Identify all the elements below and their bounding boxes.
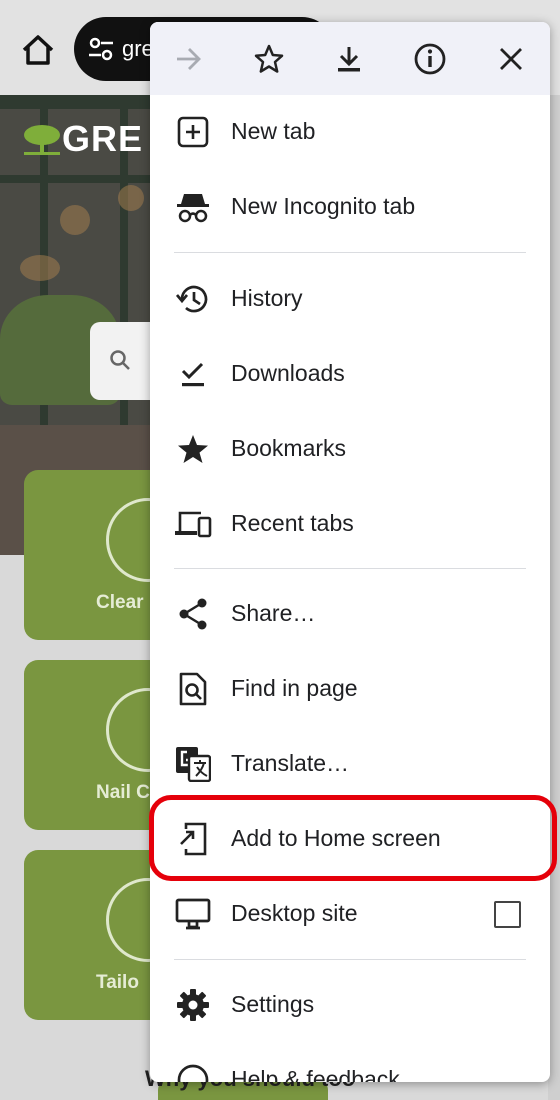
home-icon (22, 35, 54, 65)
downloads-check-icon (181, 362, 204, 387)
home-button[interactable] (18, 30, 58, 70)
download-icon (338, 47, 360, 72)
menu-item-label: Share… (231, 600, 316, 626)
menu-item-settings[interactable]: Settings (150, 968, 550, 1043)
menu-item-label: Downloads (231, 360, 345, 386)
menu-item-label: Find in page (231, 675, 358, 701)
menu-item-recent-tabs[interactable]: Recent tabs (150, 487, 550, 562)
help-icon (177, 1064, 209, 1082)
menu-item-help-feedback[interactable]: Help & feedback (150, 1043, 550, 1082)
find-in-page-icon (179, 672, 207, 706)
bookmark-page-button[interactable] (251, 41, 287, 77)
menu-item-share[interactable]: Share… (150, 577, 550, 652)
translate-icon (176, 747, 211, 782)
arrow-forward-icon (177, 48, 201, 70)
menu-item-label: Help & feedback (231, 1066, 400, 1082)
menu-item-label: History (231, 285, 303, 311)
menu-item-history[interactable]: History (150, 262, 550, 337)
download-page-button[interactable] (331, 41, 367, 77)
service-card-label: Clear (96, 592, 144, 613)
highlight-annotation (149, 795, 557, 881)
page-info-button[interactable] (412, 41, 448, 77)
menu-item-label: New Incognito tab (231, 193, 416, 219)
menu-item-new-tab[interactable]: New tab (150, 95, 550, 170)
history-icon (175, 285, 208, 313)
info-icon (414, 43, 446, 75)
menu-item-label: Bookmarks (231, 435, 347, 461)
desktop-site-checkbox[interactable] (494, 901, 521, 928)
incognito-icon (177, 194, 209, 223)
menu-divider (174, 959, 526, 960)
menu-item-find-in-page[interactable]: Find in page (150, 652, 550, 727)
tree-logo-icon (24, 125, 60, 155)
devices-icon (175, 511, 212, 538)
browser-overflow-menu: New tab New Incognito tab History Downlo… (150, 22, 550, 1082)
menu-divider (174, 568, 526, 569)
menu-item-desktop-site[interactable]: Desktop site (150, 877, 550, 952)
share-icon (179, 598, 207, 630)
menu-item-bookmarks[interactable]: Bookmarks (150, 412, 550, 487)
menu-divider (174, 252, 526, 253)
menu-item-label: Settings (231, 991, 315, 1017)
site-settings-icon[interactable] (88, 37, 114, 61)
close-icon (500, 48, 522, 70)
menu-item-label: Recent tabs (231, 510, 354, 536)
new-tab-icon (177, 116, 209, 148)
menu-item-translate[interactable]: Translate… (150, 727, 550, 802)
menu-toolbar (150, 22, 550, 95)
star-outline-icon (254, 44, 284, 73)
service-card-label: Tailo (96, 972, 139, 993)
gear-icon (177, 989, 209, 1021)
forward-button[interactable] (171, 41, 207, 77)
site-logo: GRE (22, 118, 143, 160)
menu-item-label: Desktop site (231, 900, 358, 926)
menu-item-label: Translate… (231, 750, 350, 776)
monitor-icon (175, 898, 211, 930)
service-card-label: Nail C (96, 782, 150, 803)
search-icon (110, 350, 130, 370)
menu-item-new-incognito-tab[interactable]: New Incognito tab (150, 170, 550, 245)
star-icon (178, 435, 208, 463)
menu-item-downloads[interactable]: Downloads (150, 337, 550, 412)
menu-item-label: New tab (231, 118, 316, 144)
close-menu-button[interactable] (493, 41, 529, 77)
